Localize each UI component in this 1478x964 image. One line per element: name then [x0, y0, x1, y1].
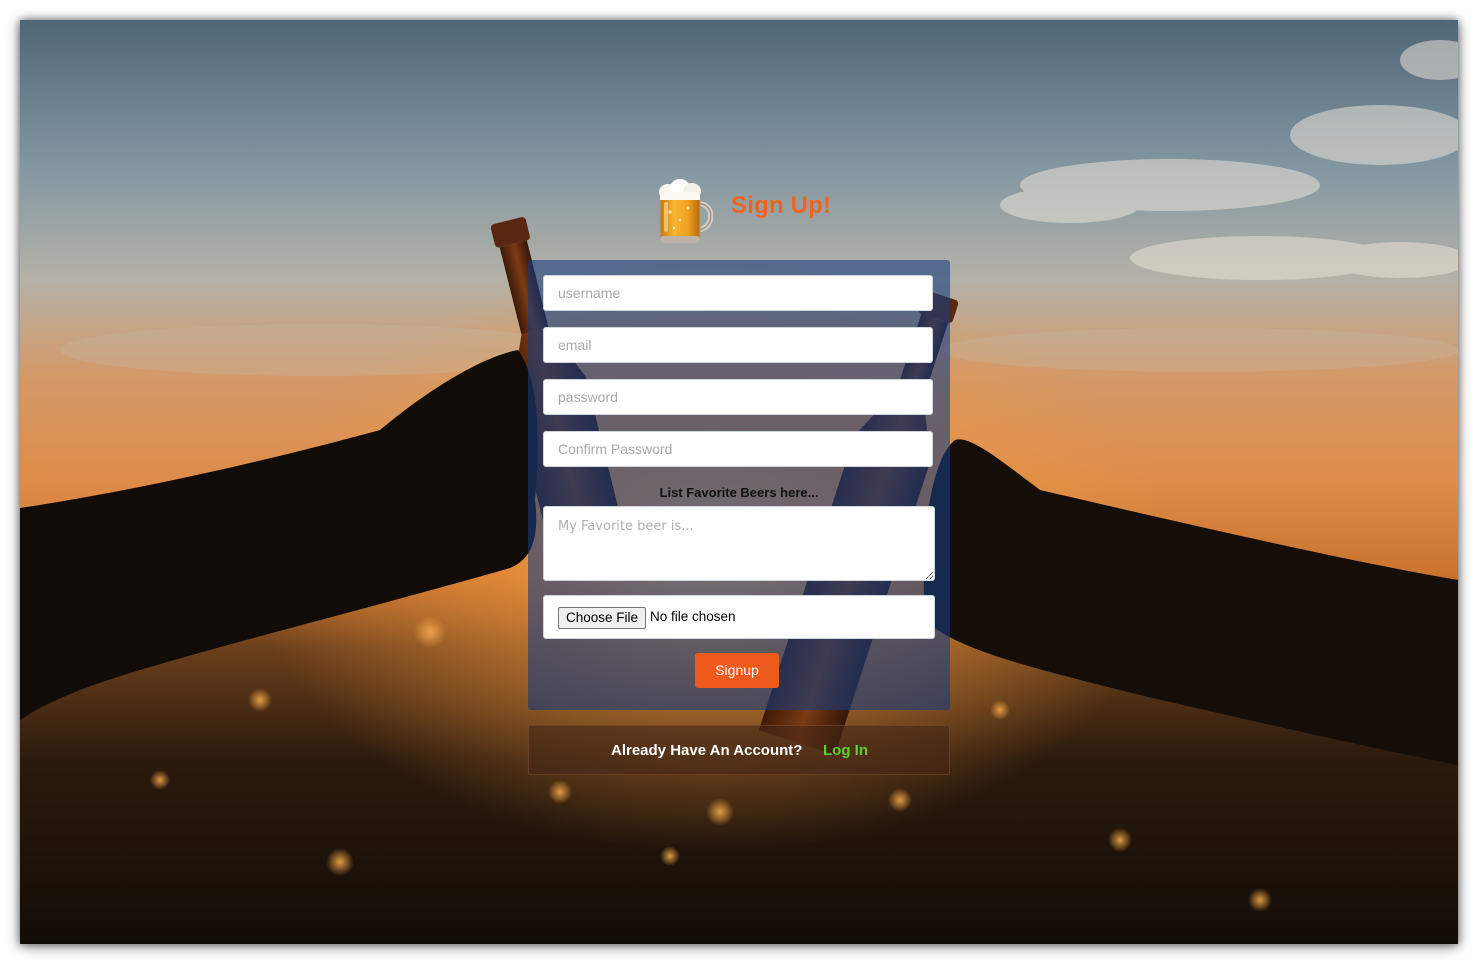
- signup-form: List Favorite Beers here... Choose File …: [528, 260, 950, 710]
- beer-mug-icon: [659, 179, 714, 243]
- signup-button[interactable]: Signup: [695, 653, 779, 688]
- file-upload-field: Choose File No file chosen: [543, 595, 935, 639]
- file-status-text: No file chosen: [650, 609, 736, 624]
- header: Sign Up!: [20, 176, 1458, 246]
- username-input[interactable]: [543, 275, 933, 311]
- favorite-beers-textarea[interactable]: [543, 506, 935, 581]
- favorite-beers-label: List Favorite Beers here...: [659, 485, 819, 500]
- confirm-password-input[interactable]: [543, 431, 933, 467]
- login-prompt-text: Already Have An Account?: [611, 742, 803, 759]
- email-input[interactable]: [543, 327, 933, 363]
- login-prompt-panel: Already Have An Account? Log In: [528, 725, 950, 775]
- page-title: Sign Up!: [731, 192, 832, 219]
- password-input[interactable]: [543, 379, 933, 415]
- choose-file-button[interactable]: Choose File: [558, 607, 647, 629]
- login-link[interactable]: Log In: [823, 742, 868, 759]
- app-window: Sign Up! List Favorite Beers here... Cho…: [20, 20, 1458, 944]
